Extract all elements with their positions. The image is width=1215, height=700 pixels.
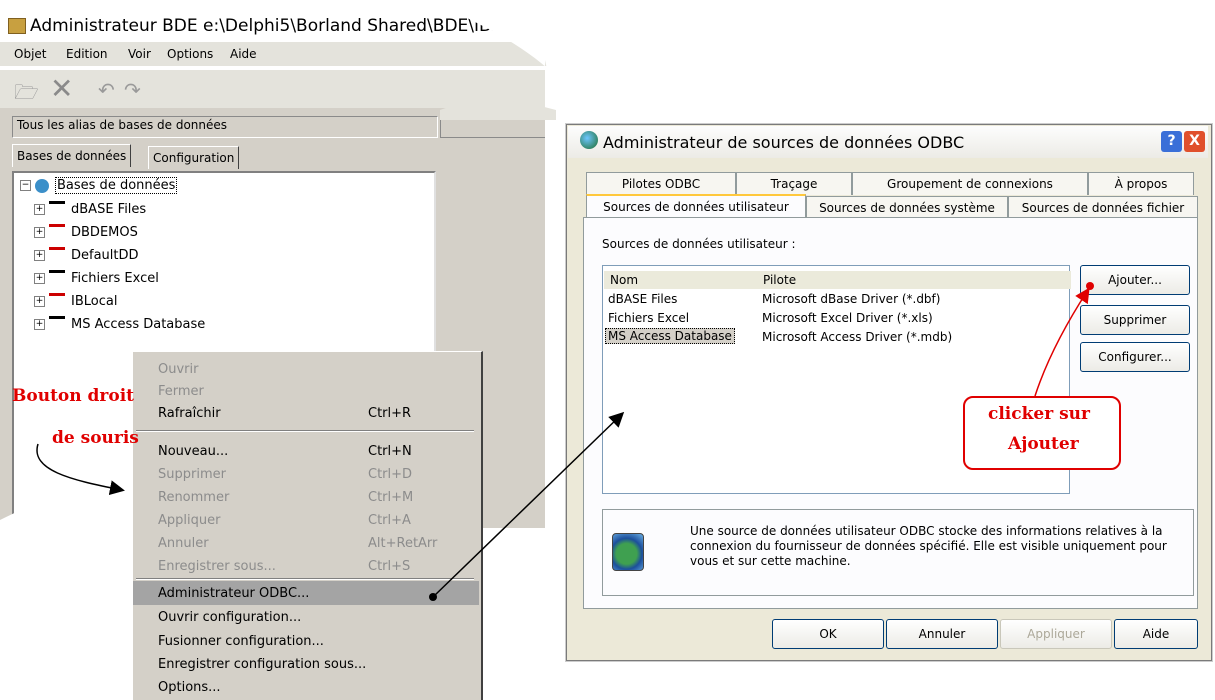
annotation-right-click-2: de souris (52, 428, 139, 448)
ajouter-button[interactable]: Ajouter... (1080, 265, 1190, 295)
menu-separator (136, 578, 474, 580)
menu-item-fermer[interactable]: Fermer (158, 384, 204, 399)
row-name[interactable]: Fichiers Excel (608, 311, 689, 325)
menu-item-ouvrir[interactable]: Ouvrir (158, 362, 198, 377)
supprimer-button[interactable]: Supprimer (1080, 305, 1190, 335)
tab-sources-systeme[interactable]: Sources de données système (806, 196, 1008, 219)
tab-groupement-connexions[interactable]: Groupement de connexions (852, 172, 1088, 195)
menu-item-supprimer[interactable]: Supprimer (158, 467, 226, 482)
menu-item-enregistrer-sous[interactable]: Enregistrer sous... (158, 559, 276, 574)
menu-item-renommer[interactable]: Renommer (158, 490, 229, 505)
data-source-globe-icon (612, 533, 644, 571)
appliquer-button[interactable]: Appliquer (1000, 619, 1112, 649)
ok-button[interactable]: OK (772, 619, 884, 649)
tab-tracage[interactable]: Traçage (736, 172, 852, 195)
annotation-right-click-1: Bouton droit (12, 386, 135, 406)
help-button[interactable]: ? (1161, 131, 1182, 152)
tab-sources-fichier[interactable]: Sources de données fichier (1008, 196, 1198, 219)
menu-item-fusionner-configuration[interactable]: Fusionner configuration... (158, 634, 324, 649)
shortcut-label: Ctrl+R (368, 406, 412, 421)
menu-item-administrateur-odbc[interactable]: Administrateur ODBC... (158, 586, 309, 601)
row-driver: Microsoft Access Driver (*.mdb) (762, 330, 953, 344)
annotation-click-2: Ajouter (1008, 434, 1079, 454)
menu-item-annuler[interactable]: Annuler (158, 536, 209, 551)
shortcut-label: Alt+RetArr (368, 536, 438, 551)
shortcut-label: Ctrl+D (368, 467, 413, 482)
shortcut-label: Ctrl+S (368, 559, 411, 574)
menu-item-enregistrer-configuration[interactable]: Enregistrer configuration sous... (158, 657, 366, 672)
info-text: Une source de données utilisateur ODBC s… (690, 524, 1167, 568)
tab-a-propos[interactable]: À propos (1088, 172, 1194, 195)
menu-item-options[interactable]: Options... (158, 680, 221, 695)
configurer-button[interactable]: Configurer... (1080, 342, 1190, 372)
column-header-pilote[interactable]: Pilote (757, 271, 1071, 289)
annuler-button[interactable]: Annuler (886, 619, 998, 649)
tab-pilotes-odbc[interactable]: Pilotes ODBC (586, 172, 736, 195)
shortcut-label: Ctrl+M (368, 490, 414, 505)
row-driver: Microsoft dBase Driver (*.dbf) (762, 292, 941, 306)
menu-separator (136, 430, 474, 432)
globe-icon (580, 131, 598, 149)
menu-item-rafraichir[interactable]: Rafraîchir (158, 406, 221, 421)
shortcut-label: Ctrl+A (368, 513, 411, 528)
column-header-nom[interactable]: Nom (604, 271, 761, 289)
menu-item-ouvrir-configuration[interactable]: Ouvrir configuration... (158, 610, 301, 625)
menu-item-nouveau[interactable]: Nouveau... (158, 444, 228, 459)
odbc-title: Administrateur de sources de données ODB… (603, 133, 965, 152)
row-name[interactable]: dBASE Files (608, 292, 677, 306)
aide-button[interactable]: Aide (1114, 619, 1198, 649)
row-driver: Microsoft Excel Driver (*.xls) (762, 311, 933, 325)
shortcut-label: Ctrl+N (368, 444, 412, 459)
section-label: Sources de données utilisateur : (602, 237, 796, 251)
annotation-click-1: clicker sur (988, 404, 1090, 424)
close-button[interactable]: X (1184, 131, 1205, 152)
row-name-selected[interactable]: MS Access Database (605, 328, 735, 344)
menu-item-appliquer[interactable]: Appliquer (158, 513, 220, 528)
